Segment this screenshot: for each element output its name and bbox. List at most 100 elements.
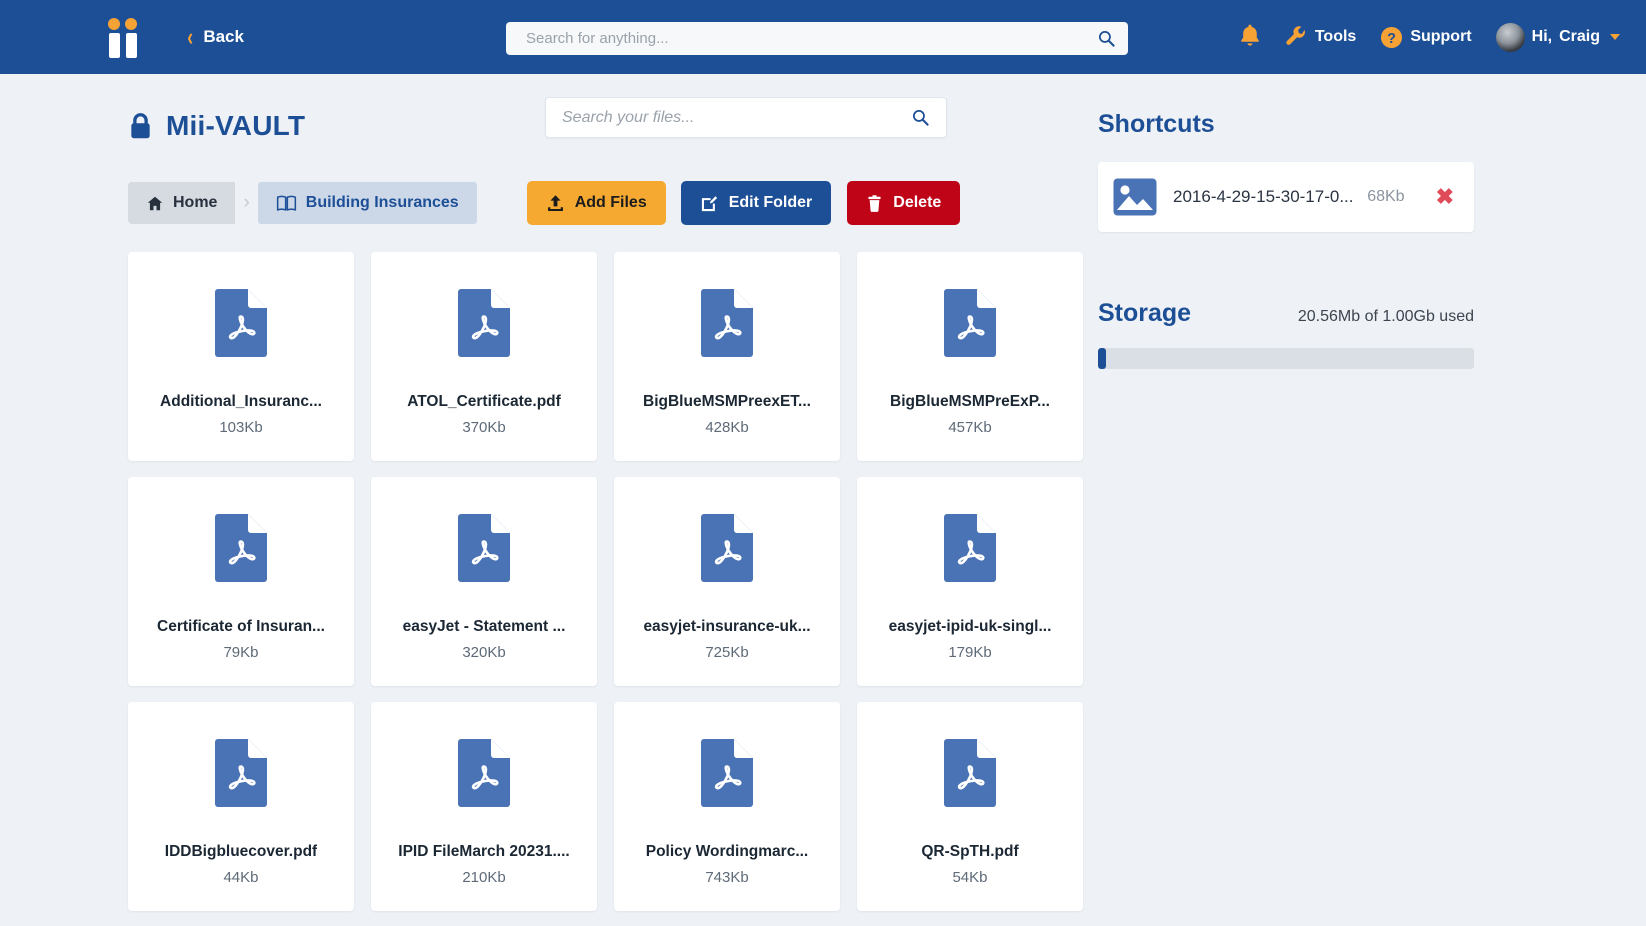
logo-bar-left [108, 33, 120, 58]
file-card[interactable]: easyjet-insurance-uk... 725Kb [614, 477, 840, 686]
file-card[interactable]: Policy Wordingmarc... 743Kb [614, 702, 840, 911]
page-body: Mii-VAULT Home › [0, 74, 1646, 911]
file-name: Policy Wordingmarc... [645, 843, 809, 860]
file-type-icon [456, 288, 512, 363]
shortcut-name: 2016-4-29-15-30-17-0... [1173, 187, 1353, 206]
breadcrumb-home-label: Home [173, 194, 218, 211]
greeting-prefix: Hi, [1531, 28, 1553, 45]
chevron-down-icon [1610, 34, 1620, 40]
breadcrumb-current[interactable]: Building Insurances [257, 182, 477, 224]
support-button[interactable]: ? Support [1380, 26, 1472, 49]
add-files-button[interactable]: Add Files [526, 181, 666, 225]
back-button[interactable]: ‹ Back [186, 24, 244, 50]
add-files-label: Add Files [574, 194, 647, 211]
file-type-icon [699, 738, 755, 813]
file-type-icon [456, 738, 512, 813]
mii-logo[interactable] [108, 16, 142, 58]
shortcuts-list: 2016-4-29-15-30-17-0... 68Kb ✖ [1098, 162, 1474, 232]
file-size: 457Kb [948, 419, 992, 436]
notifications-button[interactable] [1239, 23, 1261, 52]
file-size: 54Kb [952, 869, 988, 886]
global-search[interactable] [506, 22, 1128, 55]
file-card[interactable]: easyJet - Statement ... 320Kb [371, 477, 597, 686]
avatar [1495, 22, 1525, 52]
breadcrumb-current-label: Building Insurances [305, 194, 459, 211]
file-type-icon [942, 513, 998, 588]
file-size: 44Kb [223, 869, 259, 886]
file-card[interactable]: easyjet-ipid-uk-singl... 179Kb [857, 477, 1083, 686]
breadcrumb-home[interactable]: Home [128, 182, 236, 224]
pdf-file-icon [215, 739, 267, 807]
file-card[interactable]: Additional_Insuranc... 103Kb [128, 252, 354, 461]
file-type-icon [213, 513, 269, 588]
page-title: Mii-VAULT [128, 110, 305, 142]
file-name: Additional_Insuranc... [160, 393, 322, 410]
search-icon[interactable] [1097, 29, 1116, 48]
file-card[interactable]: IDDBigbluecover.pdf 44Kb [128, 702, 354, 911]
file-search[interactable] [545, 97, 947, 138]
file-card[interactable]: QR-SpTH.pdf 54Kb [857, 702, 1083, 911]
logo-dot-right [125, 18, 137, 30]
file-card[interactable]: BigBlueMSMPreexET... 428Kb [614, 252, 840, 461]
file-card[interactable]: ATOL_Certificate.pdf 370Kb [371, 252, 597, 461]
storage-used-label: 20.56Mb of 1.00Gb used [1297, 308, 1474, 325]
file-size: 103Kb [219, 419, 263, 436]
logo-bar-right [125, 33, 137, 58]
bell-icon [1240, 24, 1259, 46]
file-size: 320Kb [462, 644, 506, 661]
file-card[interactable]: IPID FileMarch 20231.... 210Kb [371, 702, 597, 911]
file-search-icon[interactable] [911, 108, 930, 127]
vault-main: Mii-VAULT Home › [0, 74, 1083, 911]
support-label: Support [1410, 28, 1472, 45]
storage-section-header: Storage 20.56Mb of 1.00Gb used [1098, 299, 1474, 328]
lock-icon [131, 113, 150, 139]
help-circle-icon: ? [1381, 26, 1403, 48]
file-type-icon [942, 288, 998, 363]
file-size: 428Kb [705, 419, 749, 436]
right-sidebar: Shortcuts 2016-4-29-15-30-17-0... 68Kb ✖ S… [1070, 74, 1646, 911]
file-type-icon [456, 513, 512, 588]
global-search-input[interactable] [526, 30, 1097, 47]
file-type-icon [213, 288, 269, 363]
file-type-icon [699, 513, 755, 588]
file-size: 210Kb [462, 869, 506, 886]
global-header: ‹ Back Tools ? Support [0, 0, 1646, 74]
file-name: Certificate of Insuran... [157, 618, 325, 635]
shortcut-item[interactable]: 2016-4-29-15-30-17-0... 68Kb ✖ [1098, 162, 1474, 232]
pdf-file-icon [215, 289, 267, 357]
page-title-text: Mii-VAULT [166, 110, 306, 141]
delete-button[interactable]: Delete [847, 181, 961, 225]
file-name: easyjet-ipid-uk-singl... [888, 618, 1052, 635]
pdf-file-icon [701, 514, 753, 582]
storage-progress-bar [1098, 348, 1474, 369]
shortcut-size: 68Kb [1367, 188, 1405, 205]
pdf-file-icon [944, 514, 996, 582]
vault-header: Mii-VAULT [0, 74, 1070, 142]
pdf-file-icon [458, 514, 510, 582]
shortcuts-title: Shortcuts [1098, 110, 1215, 138]
pdf-file-icon [944, 289, 996, 357]
tools-button[interactable]: Tools [1285, 25, 1356, 49]
pdf-file-icon [701, 289, 753, 357]
file-name: QR-SpTH.pdf [921, 843, 1019, 860]
back-button-label: Back [203, 27, 244, 46]
trash-icon [868, 194, 881, 212]
logo-dot-left [108, 18, 120, 30]
file-type-icon [213, 738, 269, 813]
file-name: easyJet - Statement ... [402, 618, 566, 635]
user-menu[interactable]: Hi, Craig [1495, 22, 1620, 52]
pdf-file-icon [215, 514, 267, 582]
user-name: Craig [1559, 28, 1600, 45]
delete-label: Delete [893, 194, 942, 211]
pdf-file-icon [701, 739, 753, 807]
file-search-input[interactable] [562, 108, 911, 127]
file-card[interactable]: BigBlueMSMPreExP... 457Kb [857, 252, 1083, 461]
wrench-icon [1286, 25, 1305, 45]
file-size: 79Kb [223, 644, 259, 661]
edit-folder-button[interactable]: Edit Folder [680, 181, 832, 225]
file-name: easyjet-insurance-uk... [643, 618, 811, 635]
file-card[interactable]: Certificate of Insuran... 79Kb [128, 477, 354, 686]
image-icon [1113, 178, 1157, 216]
remove-shortcut-icon[interactable]: ✖ [1436, 186, 1454, 208]
file-type-icon [699, 288, 755, 363]
